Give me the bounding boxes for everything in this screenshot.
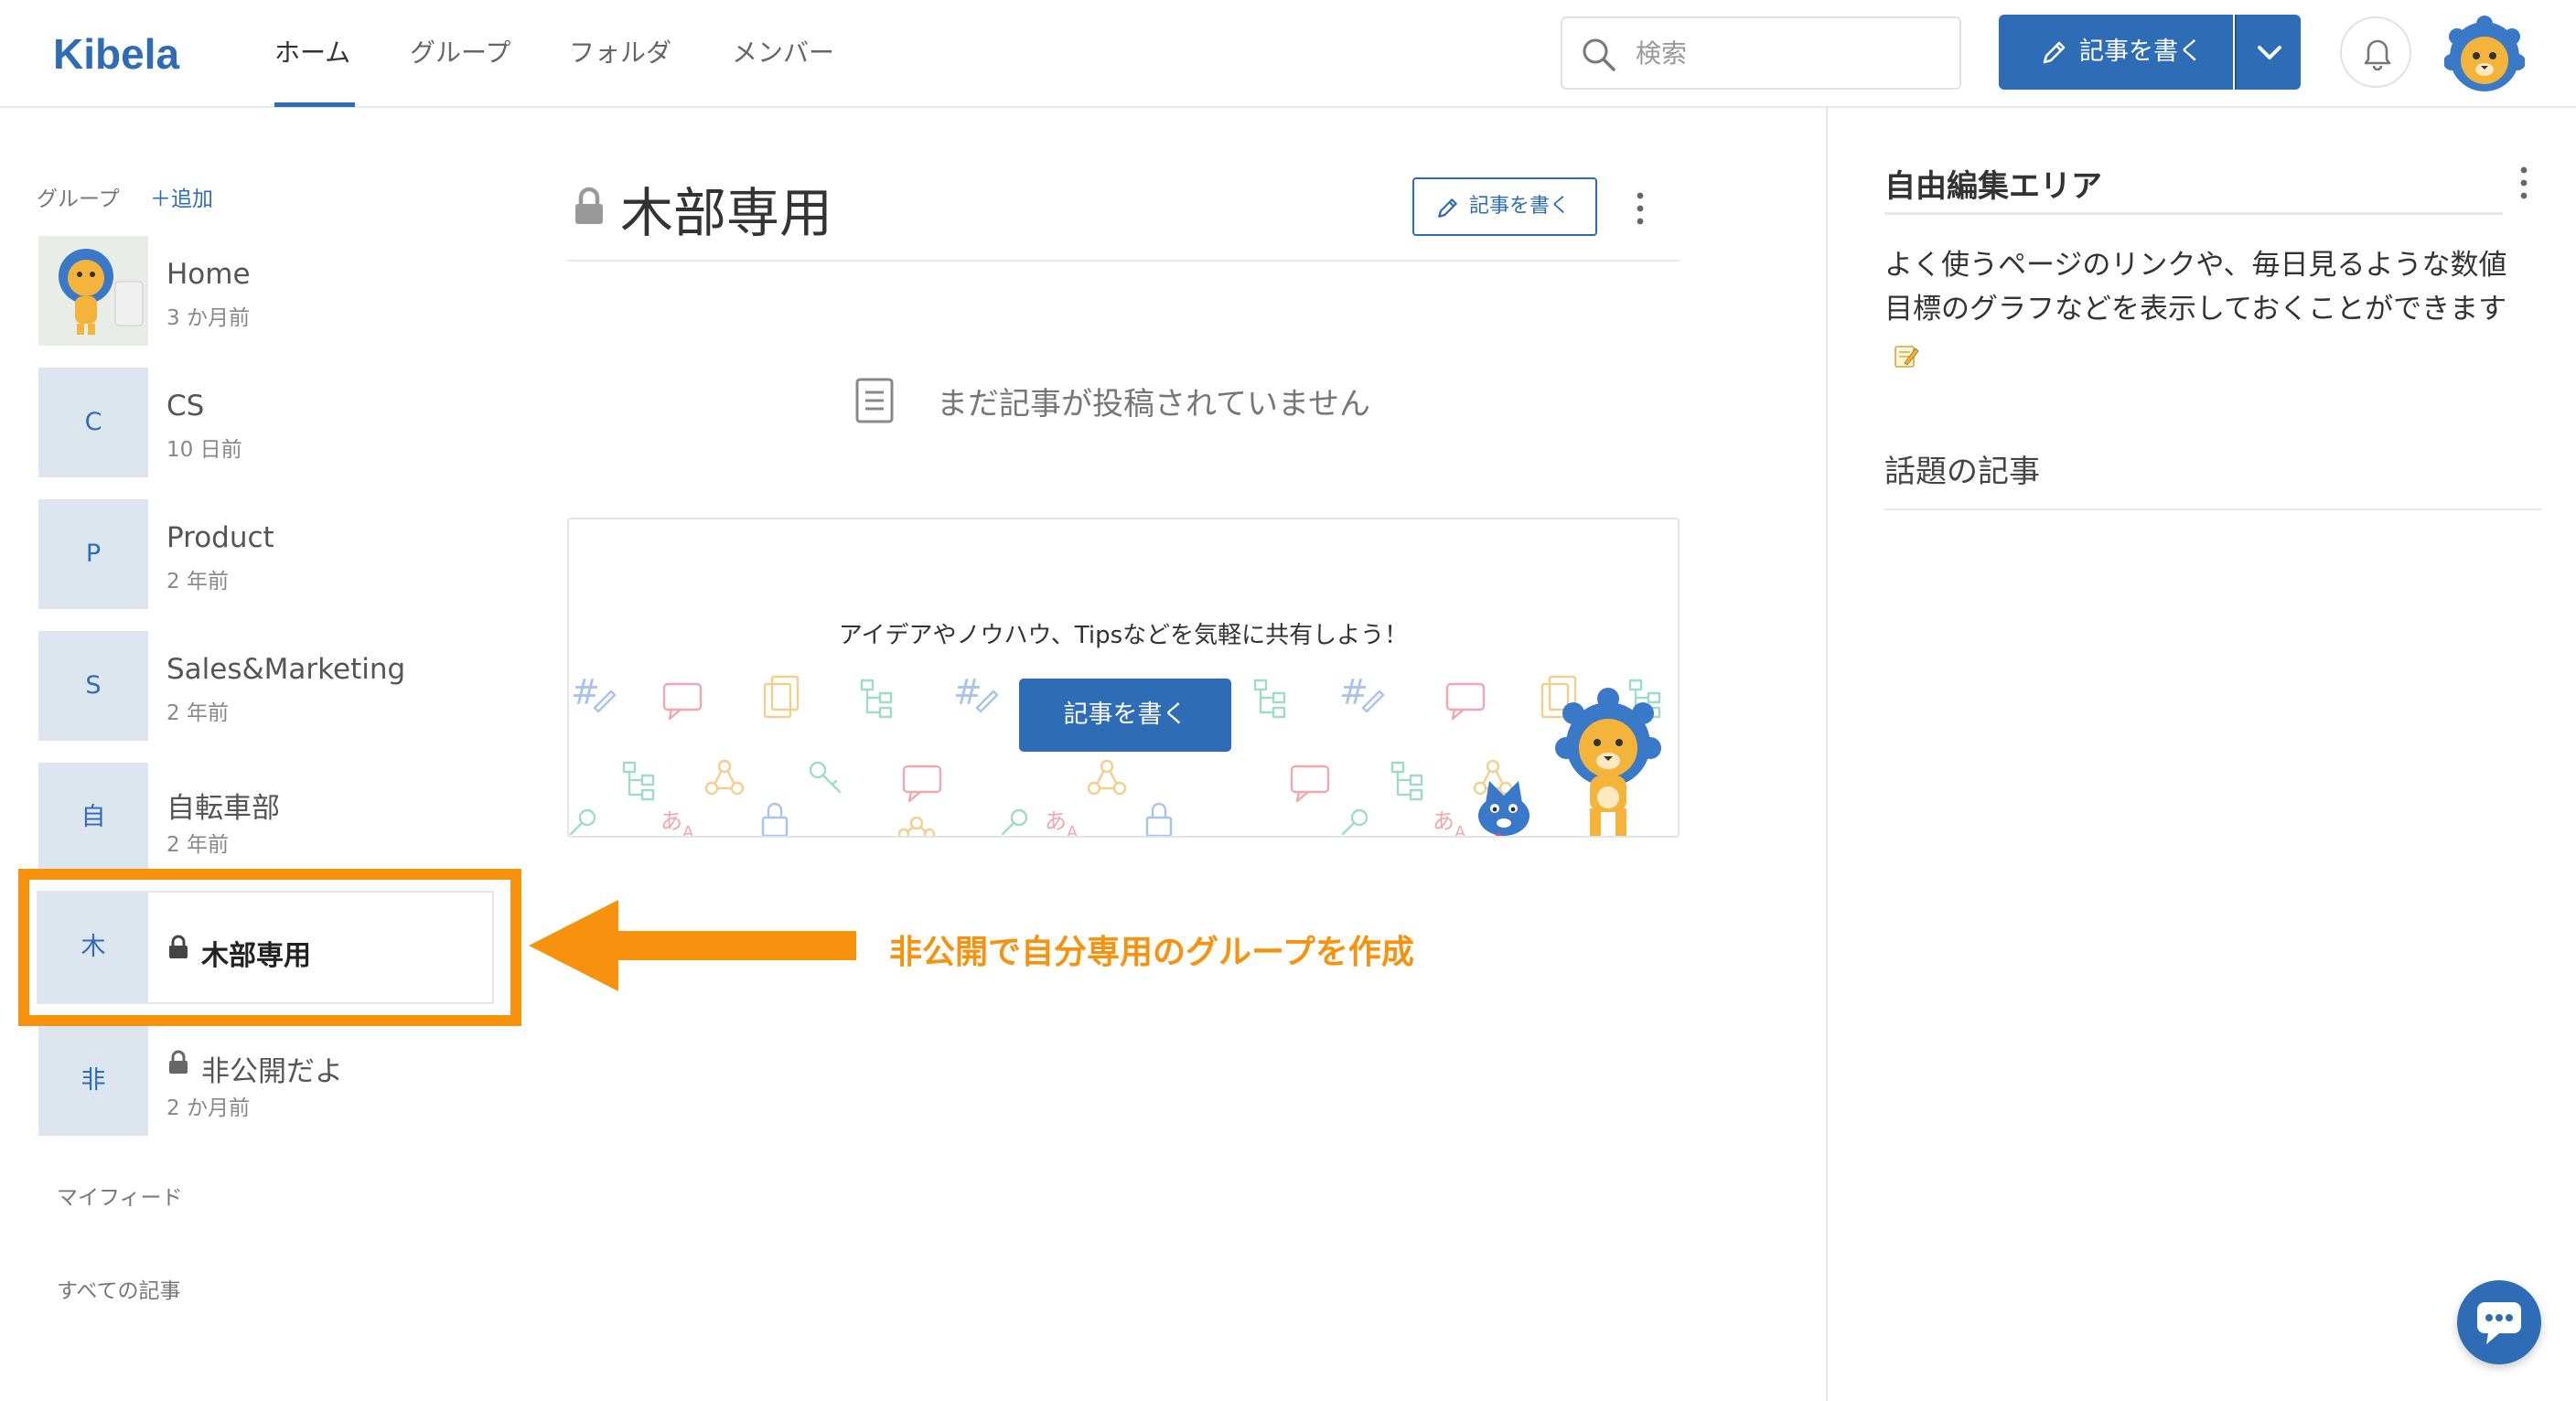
pencil-icon (1438, 198, 1457, 218)
active-tab-indicator (274, 102, 355, 107)
group-name: Home (166, 258, 251, 291)
group-updated: 2 年前 (166, 701, 229, 725)
group-updated: 2 か月前 (166, 1096, 250, 1120)
tab-members[interactable]: メンバー (732, 0, 834, 108)
group-name: Product (166, 521, 274, 554)
lion-mascot (1555, 688, 1661, 836)
free-edit-area-title: 自由編集エリア (1884, 168, 2102, 205)
lock-icon (169, 1050, 188, 1074)
group-tile: S (38, 631, 148, 741)
group-name: Sales&Marketing (166, 653, 406, 686)
group-updated: 10 日前 (166, 438, 242, 462)
group-updated: 3 か月前 (166, 306, 250, 330)
kibela-logo[interactable]: Kibela (53, 29, 179, 79)
group-item-bicycle-club[interactable]: 自 自転車部 2 年前 (37, 763, 494, 874)
more-options-icon[interactable] (2517, 165, 2530, 201)
group-tile: C (38, 368, 148, 477)
group-item-cs[interactable]: C CS 10 日前 (37, 368, 494, 479)
bell-icon (2364, 39, 2391, 71)
search-input[interactable] (1636, 31, 1947, 75)
trending-articles-underline (1884, 508, 2541, 510)
all-articles-link[interactable]: すべての記事 (57, 1273, 180, 1304)
page-title: 木部専用 (620, 182, 833, 244)
pencil-icon (2043, 41, 2066, 64)
group-name: 自転車部 (166, 792, 280, 825)
user-avatar[interactable] (2444, 15, 2525, 95)
promo-write-article-button[interactable]: 記事を書く (1019, 679, 1231, 752)
chat-icon (2477, 1302, 2521, 1344)
search-box[interactable] (1561, 16, 1961, 90)
group-home-image (38, 236, 148, 346)
svg-text:A: A (1067, 823, 1079, 838)
search-icon (1583, 38, 1615, 71)
memo-icon (1894, 345, 1919, 368)
free-edit-area-underline (1884, 212, 2503, 215)
free-edit-area-body: よく使うページのリンクや、毎日見るような数値目標のグラフなどを表示しておくことが… (1884, 243, 2525, 375)
group-tile: 非 (38, 1026, 148, 1136)
write-article-dropdown-button[interactable] (2235, 15, 2301, 90)
top-header: Kibela ホーム グループ フォルダ メンバー 記事を書く (0, 0, 2576, 108)
promo-message: アイデアやノウハウ、Tipsなどを気軽に共有しよう！ (838, 622, 1409, 649)
my-feed-link[interactable]: マイフィード (57, 1180, 183, 1211)
chevron-down-icon (2258, 46, 2281, 59)
sidebar-groups-heading: グループ (37, 187, 120, 211)
annotation-text: 非公開で自分専用のグループを作成 (889, 934, 1414, 971)
tab-groups[interactable]: グループ (410, 0, 510, 108)
document-icon (855, 378, 894, 423)
empty-state-message: まだ記事が投稿されていません (937, 386, 1370, 422)
svg-text:あ: あ (1045, 808, 1067, 834)
group-name: 非公開だよ (201, 1055, 343, 1088)
group-tile: 自 (38, 763, 148, 872)
svg-text:あ: あ (660, 808, 682, 834)
header-write-article-label: 記事を書く (2079, 37, 2203, 66)
header-write-article-button[interactable]: 記事を書く (1999, 15, 2233, 90)
annotation-arrow (529, 900, 856, 991)
group-item-private-group[interactable]: 非 非公開だよ 2 か月前 (37, 1026, 494, 1138)
annotation-highlight-box (18, 869, 521, 1026)
right-panel-divider (1826, 108, 1828, 1401)
group-name: CS (166, 390, 205, 422)
svg-text:あ: あ (1433, 808, 1454, 834)
more-options-icon[interactable] (1634, 190, 1647, 227)
write-promo-card: アイデアやノウハウ、Tipsなどを気軽に共有しよう！ # # # あ A あ A… (567, 518, 1680, 838)
support-chat-button[interactable] (2457, 1280, 2541, 1364)
group-write-article-label: 記事を書く (1469, 195, 1571, 218)
group-tile: P (38, 499, 148, 609)
svg-text:A: A (1454, 823, 1466, 838)
tab-home[interactable]: ホーム (274, 0, 350, 108)
group-write-article-button[interactable]: 記事を書く (1412, 177, 1597, 236)
lock-icon (575, 187, 603, 224)
title-divider (567, 260, 1680, 262)
group-updated: 2 年前 (166, 833, 229, 857)
group-item-product[interactable]: P Product 2 年前 (37, 499, 494, 611)
free-edit-area-text: よく使うページのリンクや、毎日見るような数値目標のグラフなどを表示しておくことが… (1884, 249, 2507, 326)
group-item-sales-marketing[interactable]: S Sales&Marketing 2 年前 (37, 631, 494, 743)
svg-text:A: A (682, 823, 694, 838)
notifications-button[interactable] (2340, 16, 2411, 88)
add-group-link[interactable]: ＋追加 (150, 181, 213, 212)
group-updated: 2 年前 (166, 570, 229, 594)
group-item-home[interactable]: Home 3 か月前 (37, 236, 494, 348)
tab-folders[interactable]: フォルダ (569, 0, 671, 108)
app-root: Kibela ホーム グループ フォルダ メンバー 記事を書く (0, 0, 2576, 1401)
trending-articles-title: 話題の記事 (1884, 454, 2040, 490)
